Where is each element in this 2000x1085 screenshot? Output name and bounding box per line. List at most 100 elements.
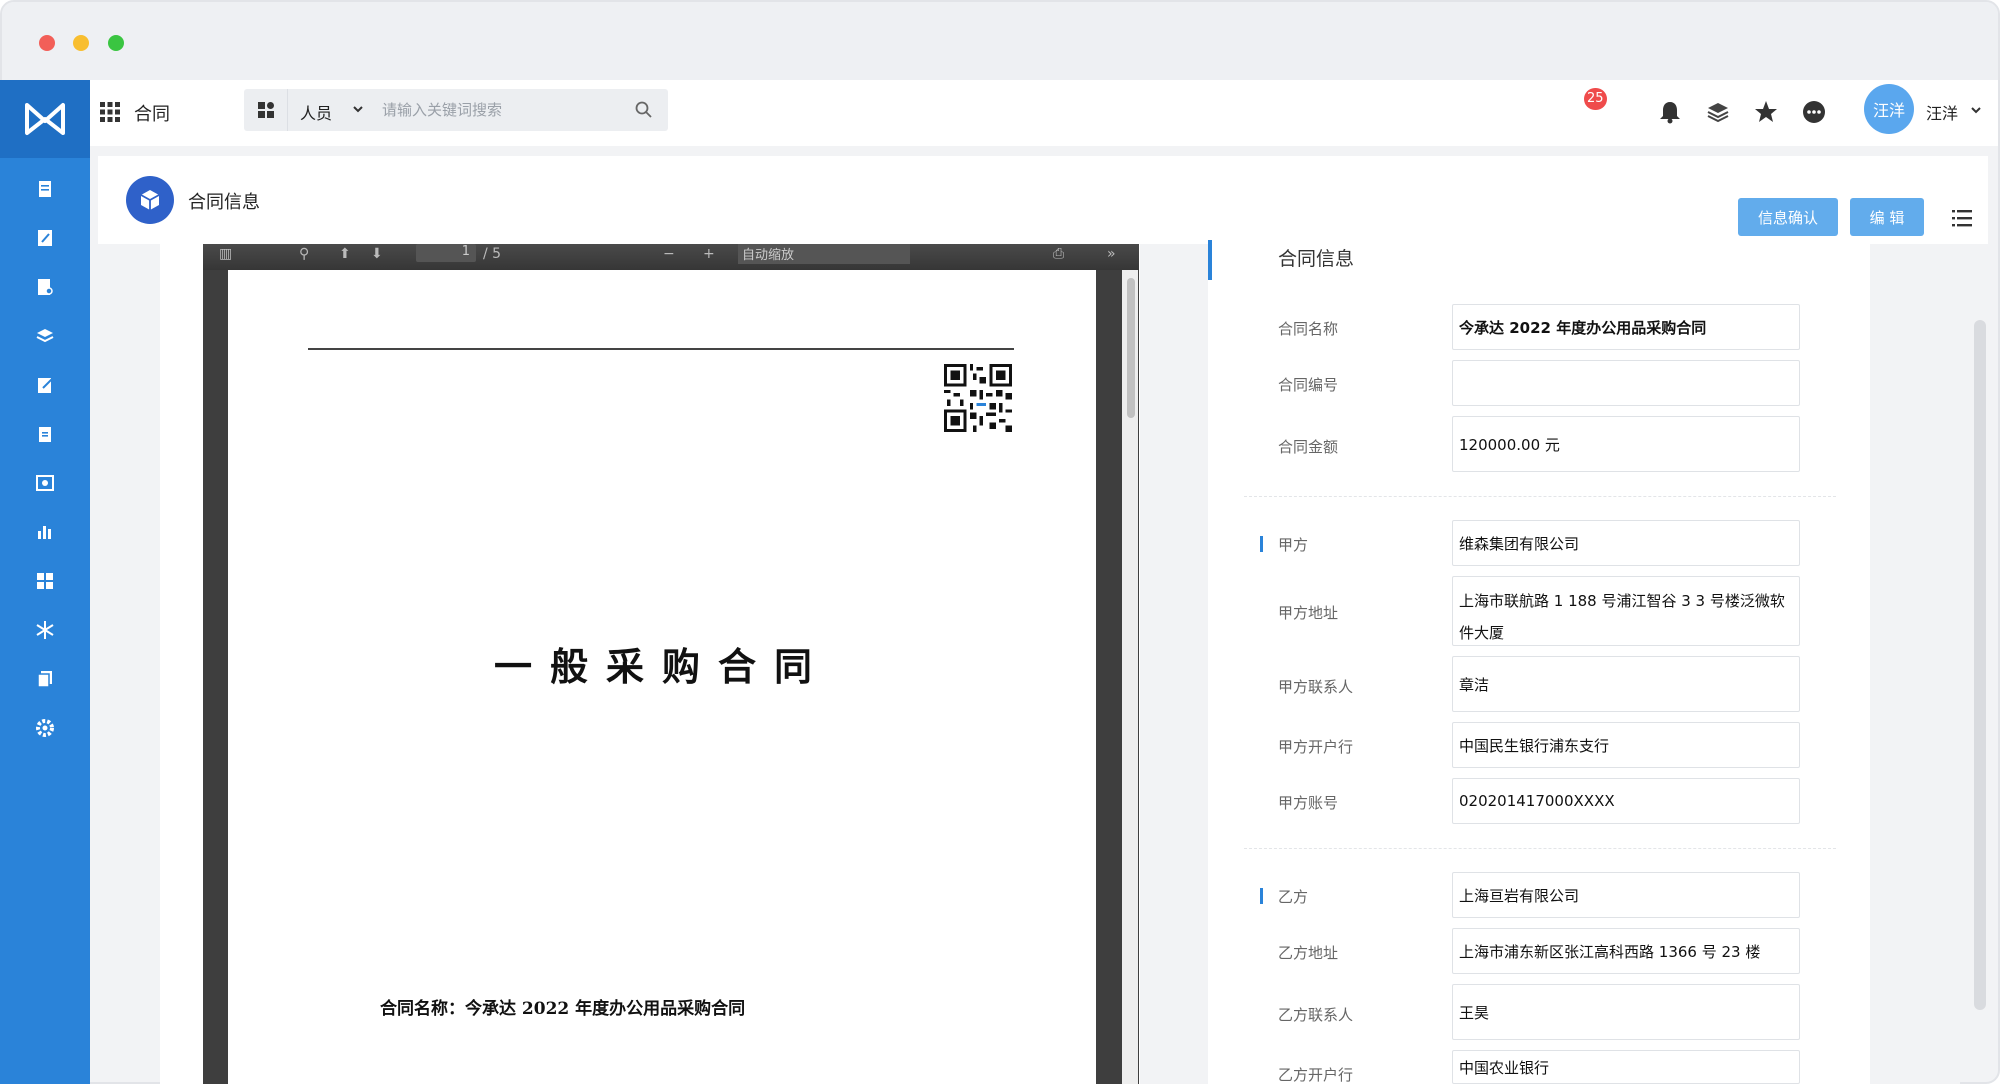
app-logo[interactable] bbox=[0, 80, 90, 158]
sidebar-item-settings[interactable] bbox=[32, 715, 58, 741]
chevron-down-icon[interactable] bbox=[1970, 104, 1982, 116]
sidebar-toggle-icon[interactable]: ▥ bbox=[219, 246, 232, 262]
search-icon[interactable] bbox=[634, 100, 654, 120]
grid-icon bbox=[37, 573, 53, 589]
snowflake-icon bbox=[36, 621, 54, 639]
sidebar bbox=[0, 80, 90, 1084]
page-total: / 5 bbox=[483, 246, 502, 262]
sidebar-item-preview[interactable] bbox=[32, 470, 58, 496]
more-tools-icon[interactable]: » bbox=[1107, 246, 1116, 262]
field-party-a[interactable]: 维森集团有限公司 bbox=[1452, 520, 1800, 566]
divider bbox=[1244, 496, 1836, 497]
field-label-contract-name: 合同名称 bbox=[1278, 320, 1339, 338]
star-icon bbox=[1755, 101, 1777, 122]
bell-icon bbox=[1660, 102, 1680, 124]
user-name[interactable]: 汪洋 bbox=[1926, 100, 1958, 124]
notification-badge: 25 bbox=[1584, 88, 1607, 110]
field-label-party-a: 甲方 bbox=[1278, 536, 1309, 554]
field-party-a-account[interactable]: 020201417000XXXX bbox=[1452, 778, 1800, 824]
module-icon bbox=[126, 176, 174, 224]
page-up-icon[interactable]: ⬆ bbox=[339, 246, 351, 262]
field-party-b[interactable]: 上海亘岩有限公司 bbox=[1452, 872, 1800, 918]
copy-icon bbox=[37, 671, 52, 688]
sidebar-item-copy[interactable] bbox=[32, 666, 58, 692]
menu-list-icon[interactable] bbox=[1950, 206, 1974, 230]
sidebar-item-search-doc[interactable] bbox=[32, 274, 58, 300]
field-party-b-address[interactable]: 上海市浦东新区张江高科西路 1366 号 23 楼 bbox=[1452, 928, 1800, 974]
field-label-party-b-bank: 乙方开户行 bbox=[1278, 1066, 1354, 1084]
field-party-a-address[interactable]: 上海市联航路 1 188 号浦江智谷 3 3 号楼泛微软件大厦 bbox=[1452, 576, 1800, 646]
field-label-party-b-address: 乙方地址 bbox=[1278, 944, 1339, 962]
page-down-icon[interactable]: ⬇ bbox=[371, 246, 383, 262]
field-contract-name[interactable]: 今承达 2022 年度办公用品采购合同 bbox=[1452, 304, 1800, 350]
field-contract-amount[interactable]: 120000.00 元 bbox=[1452, 416, 1800, 472]
field-label-party-a-address: 甲方地址 bbox=[1278, 604, 1339, 622]
pdf-page: 一般采购合同 合同名称：今承达 2022 年度办公用品采购合同 bbox=[228, 270, 1096, 1084]
app-title: 合同 bbox=[134, 104, 170, 125]
sidebar-item-file[interactable] bbox=[32, 421, 58, 447]
favorites-button[interactable] bbox=[1752, 98, 1780, 126]
pdf-scroll-thumb[interactable] bbox=[1127, 278, 1135, 418]
group-marker bbox=[1260, 888, 1263, 904]
field-party-b-bank[interactable]: 中国农业银行 bbox=[1452, 1050, 1800, 1084]
qr-code-icon bbox=[944, 364, 1012, 432]
header-rule bbox=[308, 348, 1014, 350]
zoom-in-icon[interactable]: + bbox=[703, 246, 715, 262]
field-party-a-contact[interactable]: 章洁 bbox=[1452, 656, 1800, 712]
search-doc-icon bbox=[38, 279, 53, 295]
sidebar-item-chart[interactable] bbox=[32, 519, 58, 545]
more-button[interactable] bbox=[1800, 98, 1828, 126]
document-title: 一般采购合同 bbox=[493, 644, 830, 689]
edit-button[interactable]: 编 辑 bbox=[1850, 198, 1924, 236]
logo-icon bbox=[25, 103, 65, 135]
avatar[interactable]: 汪洋 bbox=[1864, 84, 1914, 134]
field-label-contract-amount: 合同金额 bbox=[1278, 438, 1339, 456]
file-icon bbox=[39, 427, 51, 442]
documents-icon bbox=[39, 181, 51, 197]
close-window-button[interactable] bbox=[39, 35, 55, 51]
field-label-party-a-bank: 甲方开户行 bbox=[1278, 738, 1354, 756]
sidebar-item-edit-doc[interactable] bbox=[32, 225, 58, 251]
confirm-info-button[interactable]: 信息确认 bbox=[1738, 198, 1838, 236]
layers-button[interactable] bbox=[1704, 98, 1732, 126]
title-bar bbox=[2, 2, 1998, 82]
document-contract-name: 合同名称：今承达 2022 年度办公用品采购合同 bbox=[380, 999, 746, 1019]
minimize-window-button[interactable] bbox=[73, 35, 89, 51]
apps-grid-icon[interactable] bbox=[98, 100, 122, 124]
more-icon bbox=[1803, 101, 1825, 123]
preview-icon bbox=[36, 475, 54, 491]
field-label-party-b-contact: 乙方联系人 bbox=[1278, 1006, 1354, 1024]
sidebar-item-documents[interactable] bbox=[32, 176, 58, 202]
write-icon bbox=[38, 378, 53, 393]
chevron-down-icon[interactable] bbox=[352, 103, 364, 115]
zoom-out-icon[interactable]: − bbox=[663, 246, 675, 262]
sidebar-item-layers[interactable] bbox=[32, 323, 58, 349]
notifications-button[interactable] bbox=[1656, 98, 1684, 126]
search-input[interactable] bbox=[382, 95, 622, 125]
sidebar-item-snowflake[interactable] bbox=[32, 617, 58, 643]
chart-icon bbox=[38, 526, 51, 539]
stack-icon bbox=[1707, 103, 1729, 123]
form-scrollbar[interactable] bbox=[1974, 320, 1986, 1010]
sidebar-item-grid[interactable] bbox=[32, 568, 58, 594]
section-title: 合同信息 bbox=[1278, 248, 1355, 270]
field-label-party-a-contact: 甲方联系人 bbox=[1278, 678, 1354, 696]
field-party-b-contact[interactable]: 王昊 bbox=[1452, 984, 1800, 1040]
find-icon[interactable]: ⚲ bbox=[299, 246, 309, 262]
search-type-button[interactable] bbox=[244, 89, 288, 131]
page-number-input[interactable]: 1 bbox=[416, 244, 476, 262]
search-category-select[interactable]: 人员 bbox=[300, 100, 332, 124]
maximize-window-button[interactable] bbox=[108, 35, 124, 51]
zoom-select[interactable]: 自动缩放 bbox=[738, 244, 910, 264]
widgets-icon bbox=[257, 102, 274, 118]
group-marker bbox=[1260, 536, 1263, 552]
print-icon[interactable]: ⎙ bbox=[1053, 246, 1064, 262]
module-header: 合同信息 信息确认 编 辑 bbox=[98, 156, 1988, 244]
search-bar: 人员 bbox=[244, 89, 668, 131]
pdf-toolbar: ▥ ⚲ ⬆ ⬇ / 5 − + ⎙ » bbox=[203, 244, 1139, 270]
section-accent bbox=[1208, 240, 1212, 280]
sidebar-item-write[interactable] bbox=[32, 372, 58, 398]
field-party-a-bank[interactable]: 中国民生银行浦东支行 bbox=[1452, 722, 1800, 768]
cube-icon bbox=[140, 190, 160, 210]
field-contract-number[interactable] bbox=[1452, 360, 1800, 406]
